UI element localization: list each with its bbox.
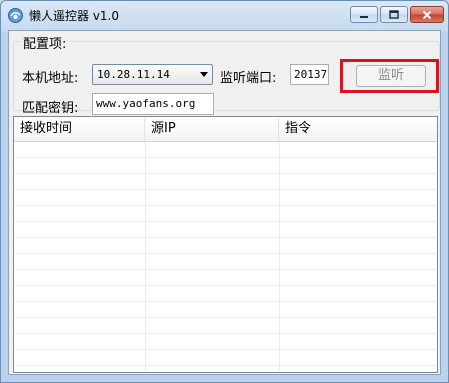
config-group: 配置项: 本机地址: 10.28.11.14 监听端口: 20137 监听 匹配… bbox=[13, 33, 440, 116]
local-addr-label: 本机地址: bbox=[22, 71, 79, 86]
close-button[interactable] bbox=[410, 6, 444, 23]
minimize-button[interactable] bbox=[350, 6, 378, 23]
chevron-down-icon bbox=[200, 72, 208, 77]
maximize-icon bbox=[389, 10, 399, 19]
command-list[interactable]: 接收时间 源IP 指令 bbox=[13, 116, 438, 373]
key-input[interactable]: www.yaofans.org bbox=[92, 93, 214, 115]
close-icon bbox=[422, 10, 432, 19]
column-header-source-ip[interactable]: 源IP bbox=[145, 117, 279, 141]
list-header: 接收时间 源IP 指令 bbox=[14, 117, 437, 142]
port-input[interactable]: 20137 bbox=[290, 64, 329, 85]
column-header-time[interactable]: 接收时间 bbox=[14, 117, 145, 141]
list-rows bbox=[14, 142, 437, 372]
column-header-command[interactable]: 指令 bbox=[279, 117, 437, 141]
client-area: 配置项: 本机地址: 10.28.11.14 监听端口: 20137 监听 匹配… bbox=[8, 30, 441, 375]
config-group-label: 配置项: bbox=[21, 33, 69, 52]
maximize-button[interactable] bbox=[380, 6, 408, 23]
port-label: 监听端口: bbox=[220, 71, 277, 86]
app-window: 懒人遥控器 v1.0 配置项: 本机地址: 10.28.11.14 监听端口: … bbox=[0, 0, 449, 383]
app-icon bbox=[8, 8, 23, 23]
title-bar[interactable]: 懒人遥控器 v1.0 bbox=[1, 1, 448, 29]
local-addr-select[interactable]: 10.28.11.14 bbox=[92, 64, 213, 85]
highlight-box bbox=[340, 59, 439, 93]
column-divider bbox=[145, 142, 146, 372]
minimize-icon bbox=[360, 15, 368, 18]
key-label: 匹配密钥: bbox=[22, 101, 79, 116]
window-title: 懒人遥控器 v1.0 bbox=[29, 9, 120, 23]
column-divider bbox=[279, 142, 280, 372]
local-addr-value: 10.28.11.14 bbox=[97, 68, 170, 81]
